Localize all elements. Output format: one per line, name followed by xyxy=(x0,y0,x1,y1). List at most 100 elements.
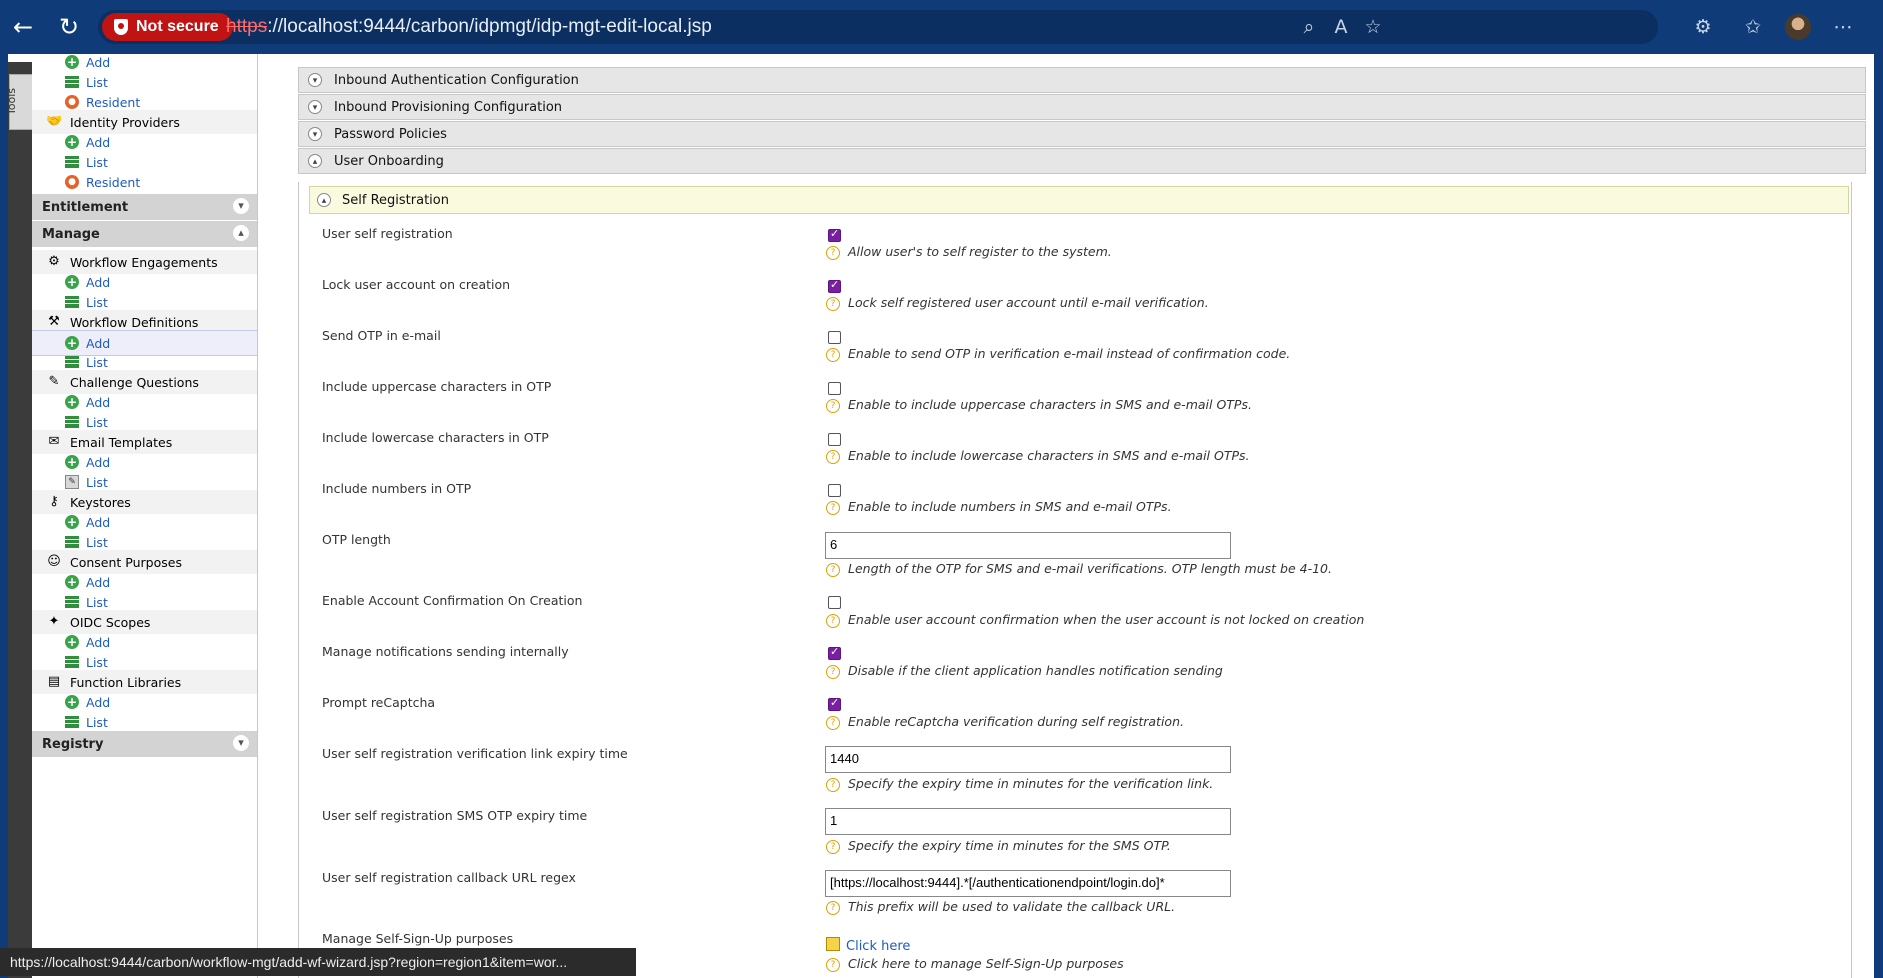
help-icon: ? xyxy=(826,450,840,464)
refresh-icon[interactable]: ↻ xyxy=(54,12,84,42)
subsection-title: Self Registration xyxy=(342,193,449,208)
callback-regex-input[interactable]: [https://localhost:9444].*[/authenticati… xyxy=(825,870,1231,897)
subsection-self-registration[interactable]: ▴ Self Registration xyxy=(309,186,1849,214)
help-text-content: Enable reCaptcha verification during sel… xyxy=(848,714,1184,729)
sidebar-item-label: List xyxy=(86,535,108,550)
field-label: User self registration verification link… xyxy=(322,746,628,761)
resident-icon: ● xyxy=(65,175,79,189)
handshake-icon: 🤝 xyxy=(46,114,63,129)
sidebar-item-label: List xyxy=(86,155,108,170)
field-label: Manage Self-Sign-Up purposes xyxy=(322,931,514,946)
otp-length-input[interactable]: 6 xyxy=(825,532,1231,559)
field-label: Send OTP in e-mail xyxy=(322,328,441,343)
section-inbound-authentication[interactable]: ▾ Inbound Authentication Configuration xyxy=(298,67,1866,93)
address-bar[interactable]: Not secure https://localhost:9444/carbon… xyxy=(98,10,1658,44)
help-text: ? Enable to send OTP in verification e-ma… xyxy=(826,346,1290,362)
list-icon xyxy=(65,76,79,88)
sidebar-item-label: Resident xyxy=(86,175,141,190)
sidebar-item-label: List xyxy=(86,75,108,90)
sidebar-item-label: List xyxy=(86,355,108,370)
help-icon: ? xyxy=(826,297,840,311)
chevron-up-icon: ▴ xyxy=(233,225,249,241)
add-icon: + xyxy=(65,635,79,649)
link-expiry-input[interactable]: 1440 xyxy=(825,746,1231,773)
category-label: Entitlement xyxy=(42,200,129,215)
manage-notifications-checkbox[interactable] xyxy=(828,645,841,660)
profile-avatar[interactable] xyxy=(1785,14,1811,40)
not-secure-badge[interactable]: Not secure xyxy=(102,13,233,41)
section-inbound-provisioning[interactable]: ▾ Inbound Provisioning Configuration xyxy=(298,94,1866,120)
category-label: Manage xyxy=(42,227,100,242)
field-label: User self registration xyxy=(322,226,453,241)
favorites-list-icon[interactable]: ✩ xyxy=(1740,14,1766,40)
read-aloud-icon[interactable]: A xyxy=(1328,14,1354,40)
back-arrow-icon[interactable]: ← xyxy=(8,12,38,42)
user-self-registration-checkbox[interactable] xyxy=(828,227,841,242)
help-icon: ? xyxy=(826,246,840,260)
sms-otp-expiry-input[interactable]: 1 xyxy=(825,808,1231,835)
sidebar-item-label: List xyxy=(86,415,108,430)
sidebar-item-label: Add xyxy=(86,575,111,590)
help-text-content: Enable to include numbers in SMS and e-m… xyxy=(848,499,1172,514)
sidebar-group-label: Function Libraries xyxy=(70,675,182,690)
section-password-policies[interactable]: ▾ Password Policies xyxy=(298,121,1866,147)
sidebar-group-label: Identity Providers xyxy=(70,115,180,130)
send-otp-email-checkbox[interactable] xyxy=(828,331,841,344)
workflow-engagements-icon: ⚙ xyxy=(48,254,60,269)
sidebar-category-registry[interactable]: Registry ▾ xyxy=(32,731,257,757)
url-text[interactable]: https://localhost:9444/carbon/idpmgt/idp… xyxy=(226,10,712,44)
more-menu-icon[interactable]: ⋯ xyxy=(1830,14,1856,40)
account-confirmation-checkbox[interactable] xyxy=(828,596,841,609)
otp-numbers-checkbox[interactable] xyxy=(828,484,841,497)
sidebar-item-label: List xyxy=(86,475,108,490)
function-library-icon: ▤ xyxy=(47,674,61,689)
sidebar-group-label: Keystores xyxy=(70,495,131,510)
help-text: ? Allow user's to self register to the sy… xyxy=(826,244,1112,260)
sidebar-category-entitlement[interactable]: Entitlement ▾ xyxy=(32,194,257,220)
lock-account-checkbox[interactable] xyxy=(828,278,841,293)
consent-user-icon: ☺ xyxy=(47,554,61,569)
tools-tab-label: Tools xyxy=(5,87,19,116)
field-label: Lock user account on creation xyxy=(322,277,511,292)
sidebar-group-label: Consent Purposes xyxy=(70,555,182,570)
otp-lowercase-checkbox[interactable] xyxy=(828,433,841,446)
section-title: Password Policies xyxy=(334,127,447,142)
help-icon: ? xyxy=(826,348,840,362)
sidebar-item-label: Add xyxy=(86,455,111,470)
list-icon xyxy=(65,156,79,168)
chevron-down-icon: ▾ xyxy=(233,735,249,751)
sidebar-item-resident[interactable]: ● Resident xyxy=(32,170,257,194)
help-text: ? Specify the expiry time in minutes for … xyxy=(826,776,1213,792)
category-label: Registry xyxy=(42,737,104,752)
manage-purposes-link[interactable]: Click here xyxy=(826,937,910,954)
help-text: ? Enable reCaptcha verification during se… xyxy=(826,714,1184,730)
add-icon: + xyxy=(65,695,79,709)
help-text-content: This prefix will be used to validate the… xyxy=(848,899,1176,914)
section-title: User Onboarding xyxy=(334,154,444,169)
otp-uppercase-checkbox[interactable] xyxy=(828,382,841,395)
sidebar-category-manage[interactable]: Manage ▴ xyxy=(32,221,257,247)
recaptcha-checkbox[interactable] xyxy=(828,696,841,711)
help-text: ? Click here to manage Self-Sign-Up purpo… xyxy=(826,956,1124,972)
help-icon: ? xyxy=(826,778,840,792)
sidebar-item-label: List xyxy=(86,655,108,670)
help-text: ? Enable to include numbers in SMS and e-… xyxy=(826,499,1172,515)
url-path: ://localhost:9444/carbon/idpmgt/idp-mgt-… xyxy=(267,16,712,37)
expand-icon: ▾ xyxy=(308,73,322,87)
sidebar-group-label: Challenge Questions xyxy=(70,375,199,390)
section-user-onboarding[interactable]: ▴ User Onboarding xyxy=(298,148,1866,174)
favorite-star-icon[interactable]: ☆ xyxy=(1360,14,1386,40)
list-icon xyxy=(65,656,79,668)
sidebar: + Add List ● Resident 🤝 Identity Providers … xyxy=(32,54,258,978)
field-label: Prompt reCaptcha xyxy=(322,695,436,710)
status-bar-url: https://localhost:9444/carbon/workflow-m… xyxy=(0,948,636,976)
sidebar-item-label: Add xyxy=(86,635,111,650)
extensions-icon[interactable]: ⚙ xyxy=(1690,14,1716,40)
zoom-icon[interactable]: ⌕ xyxy=(1296,14,1322,40)
tools-tab[interactable]: Tools xyxy=(5,74,33,130)
list-icon xyxy=(65,356,79,368)
sidebar-item-label: Add xyxy=(86,275,111,290)
field-label: User self registration SMS OTP expiry ti… xyxy=(322,808,588,823)
help-icon: ? xyxy=(826,501,840,515)
sidebar-item-label: List xyxy=(86,595,108,610)
